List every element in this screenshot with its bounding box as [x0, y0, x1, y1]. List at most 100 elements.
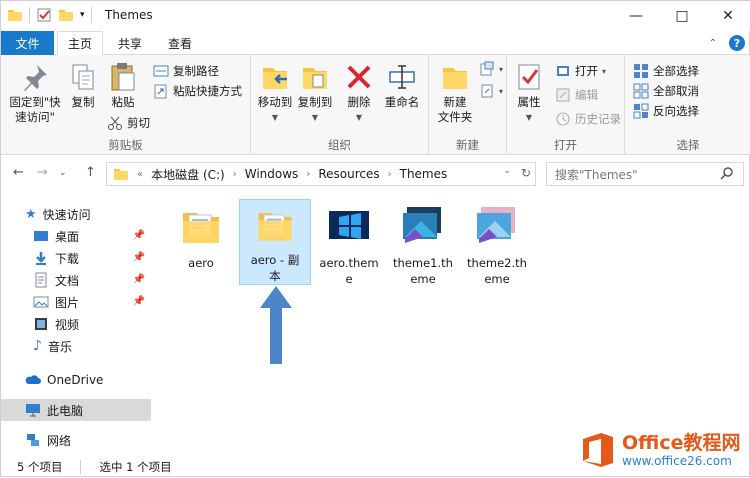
breadcrumb-chevron-icon[interactable]: ›: [388, 169, 392, 180]
delete-button[interactable]: 删除 ▼: [341, 61, 377, 125]
search-placeholder: 搜索"Themes": [555, 167, 638, 182]
delete-label: 删除: [347, 95, 371, 109]
open-button[interactable]: 打开 ▾: [555, 63, 606, 79]
pin-quick-access-button[interactable]: 固定到"快 速访问": [5, 61, 65, 125]
breadcrumb-chevron-icon[interactable]: ›: [306, 169, 310, 180]
file-item-aero[interactable]: aero: [165, 199, 237, 271]
search-icon[interactable]: [719, 166, 735, 182]
forward-arrow-icon[interactable]: →: [37, 165, 48, 180]
breadcrumb-chevron-icon[interactable]: ›: [233, 169, 237, 180]
delete-x-icon: [347, 65, 371, 89]
new-item-button[interactable]: ▾: [479, 61, 503, 77]
file-item-theme1[interactable]: theme1.th eme: [387, 199, 459, 287]
nav-this-pc[interactable]: 此电脑: [1, 399, 151, 421]
theme-file-icon: [329, 211, 369, 239]
nav-desktop-label: 桌面: [55, 229, 80, 244]
tab-home[interactable]: 主页: [57, 31, 103, 56]
properties-button[interactable]: 属性 ▼: [511, 61, 547, 125]
file-item-name: aero - 副 本: [250, 253, 300, 283]
copy-to-label: 复制到: [297, 95, 333, 109]
nav-downloads[interactable]: 下载 📌: [1, 247, 151, 269]
customize-toolbar-icon[interactable]: ▾: [80, 10, 85, 20]
nav-documents-label: 文档: [55, 273, 80, 288]
office-logo-icon: [583, 433, 613, 467]
clipboard-group: 固定到"快 速访问" 复制 粘贴 复制路径 粘贴快捷方式 剪切 剪贴板: [1, 55, 251, 155]
address-bar[interactable]: « 本地磁盘 (C:) › Windows › Resources › Them…: [106, 162, 536, 186]
refresh-icon[interactable]: ↻: [521, 166, 531, 180]
nav-music[interactable]: ♪ 音乐: [1, 335, 151, 357]
paste-button[interactable]: 粘贴: [105, 61, 141, 110]
rename-label: 重命名: [384, 95, 420, 109]
help-icon[interactable]: ?: [729, 35, 745, 51]
pin-icon[interactable]: 📌: [133, 252, 145, 263]
nav-onedrive[interactable]: OneDrive: [1, 369, 151, 391]
theme-file-icon: [403, 207, 441, 243]
chevron-down-icon: ▾: [602, 66, 607, 76]
nav-quick-access[interactable]: ★ 快速访问: [1, 203, 151, 225]
close-button[interactable]: ✕: [705, 1, 750, 31]
address-dropdown-icon[interactable]: ⌄: [503, 166, 511, 180]
move-to-icon: [263, 68, 287, 89]
file-item-theme2[interactable]: theme2.th eme: [461, 199, 533, 287]
breadcrumb-windows[interactable]: Windows: [245, 167, 299, 181]
copy-button[interactable]: 复制: [65, 61, 101, 110]
cut-button[interactable]: 剪切: [107, 115, 150, 131]
properties-check-icon[interactable]: [36, 7, 52, 23]
desktop-icon: [34, 231, 48, 241]
quick-access-toolbar: ▾: [7, 7, 92, 23]
maximize-button[interactable]: □: [659, 1, 705, 31]
nav-network[interactable]: 网络: [1, 429, 151, 451]
breadcrumb-overflow[interactable]: «: [137, 169, 143, 180]
select-none-button[interactable]: 全部取消: [633, 83, 699, 99]
folder-icon[interactable]: [7, 7, 23, 23]
address-controls: ⌄ ↻: [503, 166, 531, 180]
pin-icon[interactable]: 📌: [133, 296, 145, 307]
status-separator: [80, 459, 82, 474]
properties-label: 属性: [517, 95, 541, 109]
file-item-aero-theme[interactable]: aero.them e: [313, 199, 385, 287]
nav-videos[interactable]: 视频: [1, 313, 151, 335]
rename-icon: [389, 65, 415, 89]
nav-documents[interactable]: 文档 📌: [1, 269, 151, 291]
easy-access-button[interactable]: ▾: [479, 83, 503, 99]
breadcrumb-drive[interactable]: 本地磁盘 (C:): [151, 166, 225, 183]
nav-desktop[interactable]: 桌面 📌: [1, 225, 151, 247]
item-count: 5 个项目: [17, 459, 63, 474]
breadcrumb-themes[interactable]: Themes: [400, 167, 448, 181]
copy-path-button[interactable]: 复制路径: [153, 63, 219, 79]
nav-videos-label: 视频: [55, 317, 80, 332]
invert-selection-button[interactable]: 反向选择: [633, 103, 699, 119]
nav-pictures[interactable]: 图片 📌: [1, 291, 151, 313]
new-item-icon: [480, 61, 494, 76]
recent-chevron-icon[interactable]: ⌄: [59, 168, 67, 178]
select-none-icon: [633, 83, 649, 99]
up-arrow-icon[interactable]: ↑: [85, 165, 96, 180]
search-input[interactable]: 搜索"Themes": [546, 162, 744, 186]
tab-view[interactable]: 查看: [157, 31, 203, 55]
collapse-ribbon-icon[interactable]: ⌃: [709, 38, 717, 49]
select-group: 全部选择 全部取消 反向选择 选择: [625, 55, 750, 155]
move-to-button[interactable]: 移动到 ▼: [255, 61, 295, 125]
tab-file[interactable]: 文件: [1, 31, 54, 55]
new-folder-label: 新建 文件夹: [437, 95, 473, 124]
ribbon-tabs: 文件 主页 共享 查看 ⌃ ?: [1, 31, 750, 56]
pin-icon[interactable]: 📌: [133, 230, 145, 241]
office-watermark: Office教程网 www.office26.com: [579, 428, 741, 472]
select-all-button[interactable]: 全部选择: [633, 63, 699, 79]
breadcrumb-resources[interactable]: Resources: [318, 167, 379, 181]
new-folder-icon[interactable]: [58, 7, 74, 23]
back-arrow-icon[interactable]: ←: [13, 165, 24, 180]
copy-to-button[interactable]: 复制到 ▼: [295, 61, 335, 125]
documents-icon: [35, 272, 47, 288]
paste-shortcut-button[interactable]: 粘贴快捷方式: [153, 83, 242, 99]
edit-button[interactable]: 编辑: [555, 87, 598, 103]
file-item-aero-copy[interactable]: aero - 副 本: [239, 199, 311, 285]
new-folder-button[interactable]: 新建 文件夹: [433, 61, 477, 125]
theme-file-icon: [477, 207, 515, 243]
minimize-button[interactable]: —: [613, 1, 659, 31]
tab-share[interactable]: 共享: [107, 31, 153, 55]
history-button[interactable]: 历史记录: [555, 111, 621, 127]
file-item-name: aero.them e: [319, 256, 379, 286]
rename-button[interactable]: 重命名: [379, 61, 425, 110]
pin-icon[interactable]: 📌: [133, 274, 145, 285]
